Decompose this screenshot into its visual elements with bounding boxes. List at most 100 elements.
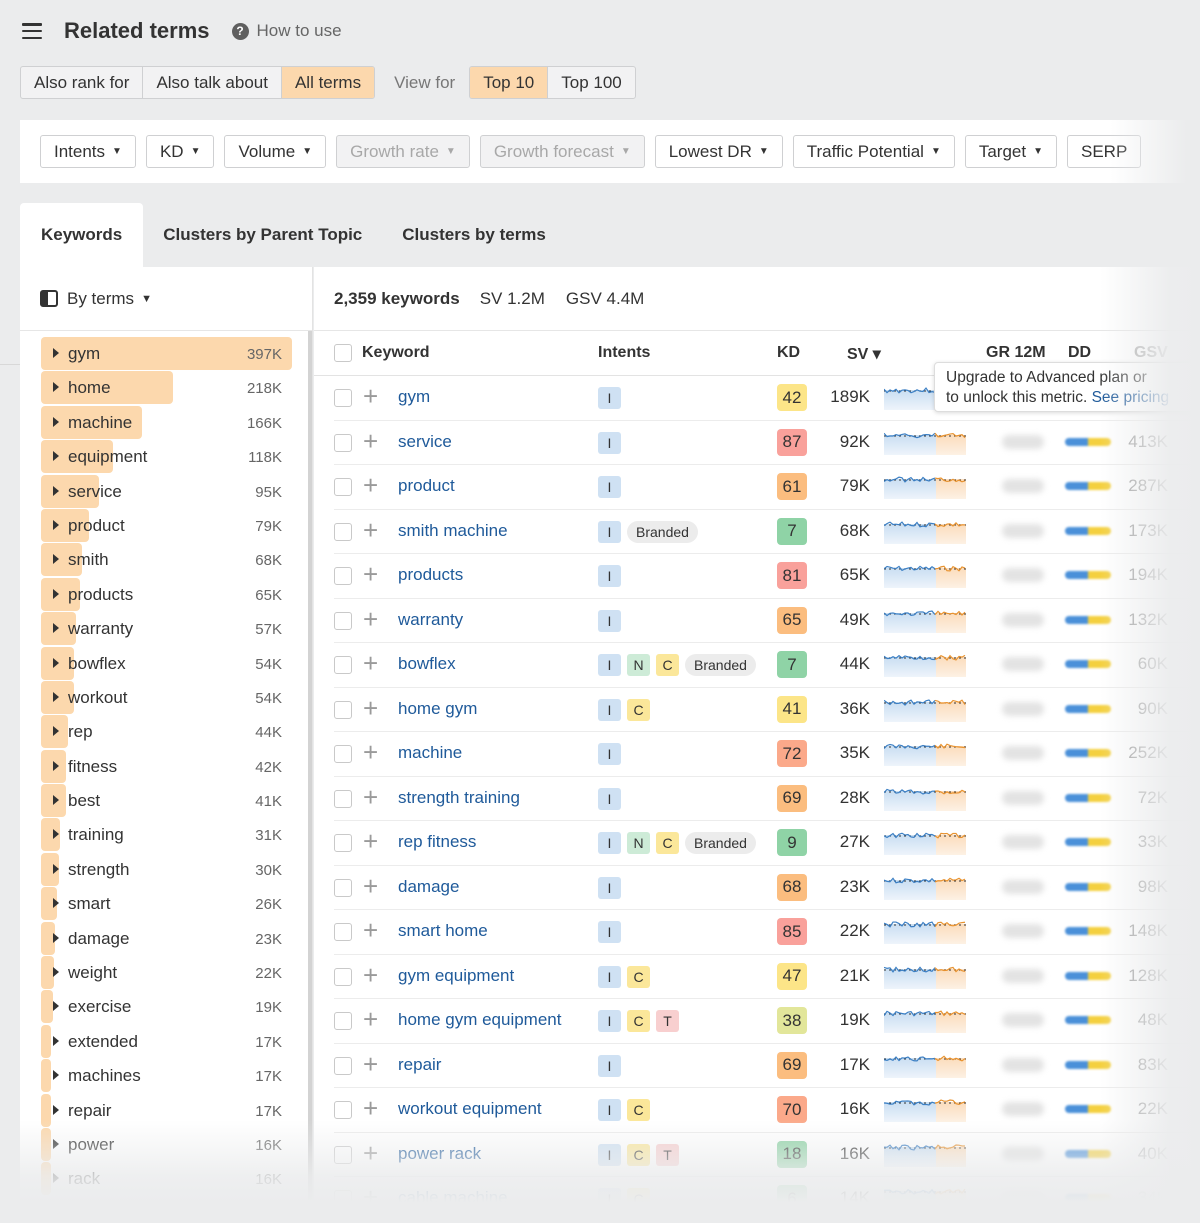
expand-triangle-icon[interactable]: [53, 623, 59, 634]
row-checkbox[interactable]: [334, 967, 352, 986]
expand-triangle-icon[interactable]: [53, 898, 59, 909]
keyword-link[interactable]: rep fitness: [398, 832, 476, 852]
col-sv[interactable]: SV ▾: [847, 344, 881, 364]
sidebar-term-smart[interactable]: smart 26K: [41, 887, 292, 921]
expand-triangle-icon[interactable]: [53, 416, 59, 427]
keyword-link[interactable]: smart home: [398, 921, 488, 941]
see-pricing-link[interactable]: See pricing: [1092, 389, 1170, 406]
expand-triangle-icon[interactable]: [53, 451, 59, 462]
sidebar-term-repair[interactable]: repair 17K: [41, 1093, 292, 1128]
select-all-checkbox[interactable]: [334, 344, 352, 362]
expand-triangle-icon[interactable]: [53, 348, 59, 358]
expand-triangle-icon[interactable]: [53, 1035, 59, 1046]
add-to-list-icon[interactable]: +: [363, 1184, 378, 1210]
add-to-list-icon[interactable]: +: [363, 383, 378, 409]
add-to-list-icon[interactable]: +: [363, 1006, 378, 1032]
tab-also-rank-for[interactable]: Also rank for: [21, 67, 144, 98]
expand-triangle-icon[interactable]: [53, 382, 59, 393]
sidebar-term-service[interactable]: service 95K: [41, 474, 292, 509]
add-to-list-icon[interactable]: +: [363, 650, 378, 676]
question-circle-icon[interactable]: ?: [231, 22, 249, 40]
expand-triangle-icon[interactable]: [53, 795, 59, 806]
expand-triangle-icon[interactable]: [53, 1104, 59, 1115]
row-checkbox[interactable]: [334, 478, 352, 496]
expand-triangle-icon[interactable]: [53, 932, 59, 943]
add-to-list-icon[interactable]: +: [363, 695, 378, 721]
sidebar-term-workout[interactable]: workout 54K: [41, 680, 292, 715]
row-checkbox[interactable]: [334, 567, 352, 585]
add-to-list-icon[interactable]: +: [363, 784, 378, 810]
sidebar-term-machines[interactable]: machines 17K: [41, 1059, 292, 1093]
expand-triangle-icon[interactable]: [53, 1173, 59, 1184]
filter-lowest-dr[interactable]: Lowest DR ▼: [654, 135, 783, 168]
expand-triangle-icon[interactable]: [53, 1070, 59, 1081]
expand-triangle-icon[interactable]: [53, 691, 59, 702]
expand-triangle-icon[interactable]: [53, 519, 59, 530]
row-checkbox[interactable]: [334, 1190, 352, 1208]
tab-top-10[interactable]: Top 10: [470, 67, 549, 98]
col-keyword[interactable]: Keyword: [362, 344, 430, 362]
keyword-link[interactable]: service: [398, 432, 452, 452]
add-to-list-icon[interactable]: +: [363, 1095, 378, 1121]
keyword-link[interactable]: warranty: [398, 610, 463, 630]
row-checkbox[interactable]: [334, 656, 352, 674]
expand-triangle-icon[interactable]: [53, 726, 59, 737]
sidebar-term-warranty[interactable]: warranty 57K: [41, 612, 292, 646]
expand-triangle-icon[interactable]: [53, 829, 59, 840]
add-to-list-icon[interactable]: +: [363, 561, 378, 587]
sidebar-term-extended[interactable]: extended 17K: [41, 1024, 292, 1059]
filter-volume[interactable]: Volume ▼: [224, 135, 327, 168]
row-checkbox[interactable]: [334, 1145, 352, 1164]
group-by-dropdown[interactable]: By terms ▼: [20, 267, 312, 331]
sidebar-term-products[interactable]: products 65K: [41, 577, 292, 612]
add-to-list-icon[interactable]: +: [363, 428, 378, 454]
row-checkbox[interactable]: [334, 1012, 352, 1030]
keyword-link[interactable]: product: [398, 476, 455, 496]
keyword-link[interactable]: damage: [398, 877, 459, 897]
expand-triangle-icon[interactable]: [53, 554, 59, 565]
sidebar-term-rep[interactable]: rep 44K: [41, 715, 292, 749]
col-gr-12m[interactable]: GR 12M: [986, 344, 1046, 362]
hamburger-icon[interactable]: [22, 23, 42, 39]
sidebar-term-damage[interactable]: damage 23K: [41, 921, 292, 956]
sidebar-term-equipment[interactable]: equipment 118K: [41, 440, 292, 474]
sidebar-term-home[interactable]: home 218K: [41, 371, 292, 405]
filter-kd[interactable]: KD ▼: [145, 135, 215, 168]
sidebar-term-fitness[interactable]: fitness 42K: [41, 749, 292, 784]
sidebar-term-rack[interactable]: rack 16K: [41, 1162, 292, 1196]
col-dd[interactable]: DD: [1068, 344, 1091, 362]
keyword-link[interactable]: home gym equipment: [398, 1010, 561, 1030]
row-checkbox[interactable]: [334, 834, 352, 852]
sidebar-term-exercise[interactable]: exercise 19K: [41, 990, 292, 1024]
keyword-link[interactable]: cable machine: [398, 1188, 508, 1208]
sidebar-term-training[interactable]: training 31K: [41, 818, 292, 852]
add-to-list-icon[interactable]: +: [363, 517, 378, 543]
tab-clusters-by-terms[interactable]: Clusters by terms: [382, 203, 566, 267]
keyword-link[interactable]: home gym: [398, 699, 477, 719]
filter-intents[interactable]: Intents ▼: [40, 135, 136, 168]
add-to-list-icon[interactable]: +: [363, 606, 378, 632]
add-to-list-icon[interactable]: +: [363, 828, 378, 854]
tab-top-100[interactable]: Top 100: [548, 67, 635, 98]
keyword-link[interactable]: power rack: [398, 1144, 481, 1164]
sidebar-term-gym[interactable]: gym 397K: [41, 337, 292, 371]
add-to-list-icon[interactable]: +: [363, 1140, 378, 1166]
add-to-list-icon[interactable]: +: [363, 873, 378, 899]
row-checkbox[interactable]: [334, 923, 352, 941]
sidebar-term-machine[interactable]: machine 166K: [41, 405, 292, 440]
col-gsv[interactable]: GSV: [1134, 344, 1168, 362]
row-checkbox[interactable]: [334, 389, 352, 407]
tab-also-talk-about[interactable]: Also talk about: [143, 67, 282, 98]
keyword-link[interactable]: gym equipment: [398, 966, 514, 986]
sidebar-term-best[interactable]: best 41K: [41, 784, 292, 818]
sidebar-term-strength[interactable]: strength 30K: [41, 852, 292, 887]
row-checkbox[interactable]: [334, 789, 352, 808]
how-to-use-link[interactable]: How to use: [257, 21, 342, 41]
keyword-link[interactable]: machine: [398, 743, 462, 763]
expand-triangle-icon[interactable]: [53, 657, 59, 668]
add-to-list-icon[interactable]: +: [363, 472, 378, 498]
tab-keywords[interactable]: Keywords: [20, 203, 144, 267]
sidebar-term-weight[interactable]: weight 22K: [41, 956, 292, 990]
keyword-link[interactable]: bowflex: [398, 654, 456, 674]
expand-triangle-icon[interactable]: [53, 588, 59, 599]
